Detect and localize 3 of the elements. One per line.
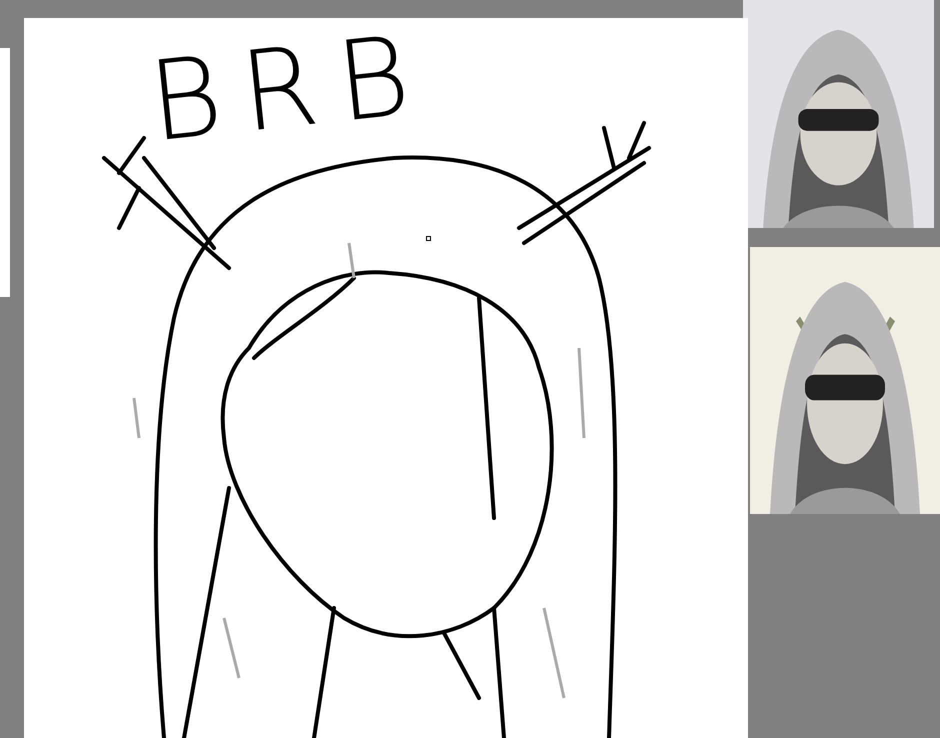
drawing-canvas[interactable]: BRB	[24, 18, 748, 738]
cursor-icon	[426, 236, 431, 241]
canvas-text: BRB	[144, 18, 434, 158]
